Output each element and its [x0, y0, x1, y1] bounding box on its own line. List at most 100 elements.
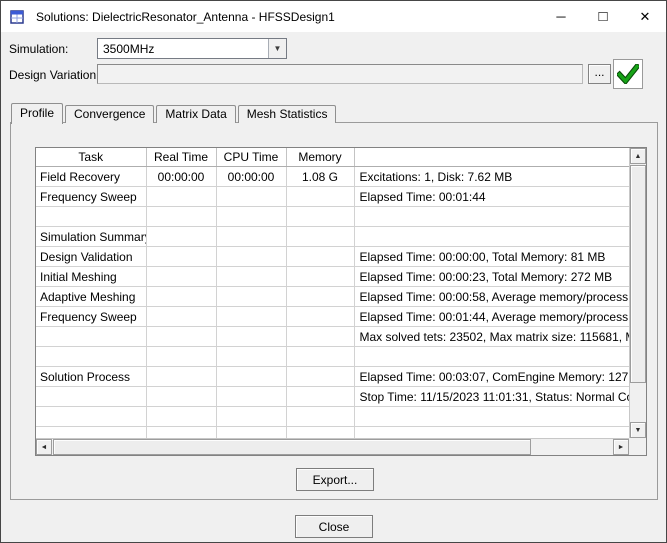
vertical-scrollbar[interactable]: ▲ ▼	[629, 148, 646, 438]
scroll-down-icon[interactable]: ▼	[630, 422, 646, 438]
cell-cpu_time	[216, 387, 286, 407]
cell-memory	[286, 287, 354, 307]
cell-task: Frequency Sweep	[36, 307, 146, 327]
cell-task: Initial Meshing	[36, 267, 146, 287]
cell-info: Elapsed Time: 00:01:44	[354, 187, 629, 207]
cell-task: Field Recovery	[36, 167, 146, 187]
tab-profile[interactable]: Profile	[11, 103, 63, 124]
table-row[interactable]: Field Recovery00:00:0000:00:001.08 GExci…	[36, 167, 629, 187]
cell-memory	[286, 187, 354, 207]
cell-info	[354, 347, 629, 367]
table-row[interactable]: Max solved tets: 23502, Max matrix size:…	[36, 327, 629, 347]
cell-task	[36, 207, 146, 227]
table-row[interactable]	[36, 427, 629, 439]
scroll-right-icon[interactable]: ►	[613, 439, 629, 455]
simulation-label: Simulation:	[9, 42, 68, 56]
cell-task	[36, 327, 146, 347]
cell-task	[36, 347, 146, 367]
cell-real_time	[146, 407, 216, 427]
maximize-button[interactable]: □	[582, 1, 624, 32]
cell-info	[354, 427, 629, 439]
scroll-up-icon[interactable]: ▲	[630, 148, 646, 164]
cell-cpu_time	[216, 367, 286, 387]
close-dialog-button[interactable]: Close	[295, 515, 373, 538]
cell-real_time	[146, 347, 216, 367]
table-row[interactable]: Initial MeshingElapsed Time: 00:00:23, T…	[36, 267, 629, 287]
column-header-real-time[interactable]: Real Time	[146, 148, 216, 167]
checkmark-icon	[617, 64, 639, 84]
cell-real_time	[146, 207, 216, 227]
column-header-task[interactable]: Task	[36, 148, 146, 167]
tab-strip: ProfileConvergenceMatrix DataMesh Statis…	[11, 103, 336, 123]
cell-real_time	[146, 187, 216, 207]
table-row[interactable]	[36, 347, 629, 367]
chevron-down-icon[interactable]: ▼	[268, 39, 286, 58]
table-row[interactable]: Frequency Sweep Elapsed Time: 00:01:44	[36, 187, 629, 207]
browse-button[interactable]: ...	[588, 64, 611, 84]
cell-cpu_time	[216, 247, 286, 267]
window-title: Solutions: DielectricResonator_Antenna -…	[36, 10, 335, 24]
cell-real_time	[146, 307, 216, 327]
minimize-button[interactable]: ─	[540, 1, 582, 32]
cell-cpu_time	[216, 427, 286, 439]
solutions-dialog: Solutions: DielectricResonator_Antenna -…	[0, 0, 667, 543]
cell-real_time	[146, 367, 216, 387]
column-header-memory[interactable]: Memory	[286, 148, 354, 167]
apply-check-button[interactable]	[613, 59, 643, 89]
tab-mesh-statistics[interactable]: Mesh Statistics	[238, 105, 337, 123]
horizontal-scrollbar-thumb[interactable]	[53, 439, 531, 455]
cell-task: Solution Process	[36, 367, 146, 387]
cell-cpu_time	[216, 307, 286, 327]
app-icon[interactable]	[10, 9, 26, 25]
column-header-info[interactable]	[354, 148, 629, 167]
scroll-left-icon[interactable]: ◄	[36, 439, 52, 455]
cell-task	[36, 407, 146, 427]
table-row[interactable]: Adaptive MeshingElapsed Time: 00:00:58, …	[36, 287, 629, 307]
cell-real_time	[146, 327, 216, 347]
cell-cpu_time	[216, 327, 286, 347]
cell-memory	[286, 407, 354, 427]
cell-real_time: 00:00:00	[146, 167, 216, 187]
simulation-dropdown[interactable]: 3500MHz ▼	[97, 38, 287, 59]
cell-cpu_time	[216, 207, 286, 227]
cell-cpu_time	[216, 347, 286, 367]
close-button[interactable]: ✕	[624, 1, 666, 32]
horizontal-scrollbar[interactable]: ◄ ►	[36, 438, 629, 455]
table-row[interactable]: Design ValidationElapsed Time: 00:00:00,…	[36, 247, 629, 267]
column-header-cpu-time[interactable]: CPU Time	[216, 148, 286, 167]
cell-memory	[286, 427, 354, 439]
cell-task: Frequency Sweep	[36, 187, 146, 207]
table-row[interactable]	[36, 407, 629, 427]
vertical-scrollbar-thumb[interactable]	[630, 165, 646, 383]
cell-info: Excitations: 1, Disk: 7.62 MB	[354, 167, 629, 187]
tab-matrix-data[interactable]: Matrix Data	[156, 105, 235, 123]
table-row[interactable]	[36, 207, 629, 227]
cell-cpu_time	[216, 287, 286, 307]
titlebar: Solutions: DielectricResonator_Antenna -…	[1, 1, 666, 32]
design-variation-field[interactable]	[97, 64, 583, 84]
cell-cpu_time	[216, 227, 286, 247]
cell-cpu_time: 00:00:00	[216, 167, 286, 187]
cell-task: Simulation Summary	[36, 227, 146, 247]
profile-table-grid: TaskReal TimeCPU TimeMemory Field Recove…	[36, 148, 629, 438]
table-row[interactable]: Stop Time: 11/15/2023 11:01:31, Status: …	[36, 387, 629, 407]
cell-info	[354, 227, 629, 247]
cell-info	[354, 207, 629, 227]
cell-task	[36, 387, 146, 407]
table-row[interactable]: Solution Process Elapsed Time: 00:03:07, …	[36, 367, 629, 387]
cell-memory	[286, 367, 354, 387]
cell-info: Elapsed Time: 00:03:07, ComEngine Memory…	[354, 367, 629, 387]
table-row[interactable]: Frequency SweepElapsed Time: 00:01:44, A…	[36, 307, 629, 327]
tab-convergence[interactable]: Convergence	[65, 105, 154, 123]
cell-info: Elapsed Time: 00:00:58, Average memory/p…	[354, 287, 629, 307]
cell-memory	[286, 207, 354, 227]
cell-info: Stop Time: 11/15/2023 11:01:31, Status: …	[354, 387, 629, 407]
cell-memory	[286, 247, 354, 267]
cell-memory	[286, 347, 354, 367]
window-controls: ─ □ ✕	[540, 1, 666, 32]
export-button[interactable]: Export...	[296, 468, 374, 491]
cell-info: Elapsed Time: 00:00:00, Total Memory: 81…	[354, 247, 629, 267]
cell-real_time	[146, 227, 216, 247]
cell-cpu_time	[216, 267, 286, 287]
table-row[interactable]: Simulation Summary	[36, 227, 629, 247]
